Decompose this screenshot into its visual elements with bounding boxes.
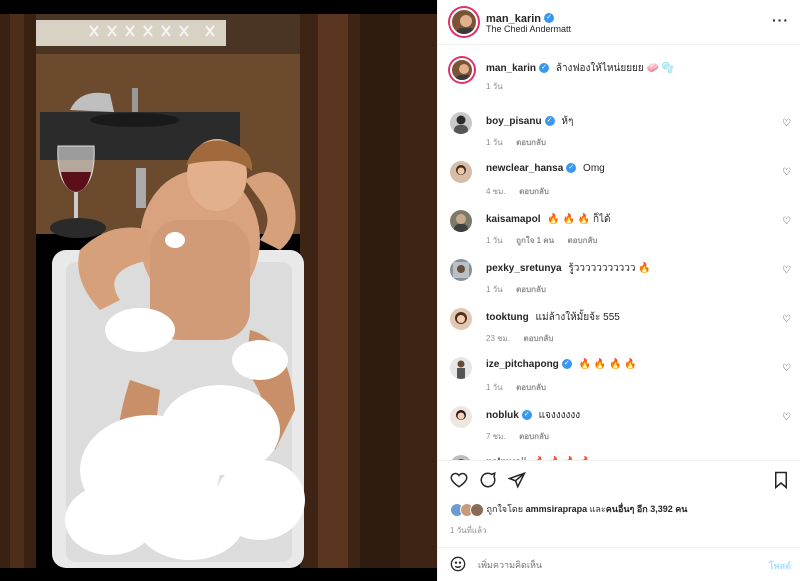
caption-avatar[interactable] bbox=[450, 58, 474, 82]
comment-like-heart-icon[interactable]: ♡ bbox=[782, 412, 791, 423]
comments-list[interactable]: man_karin ✓ ล้างฟองให้ไหน่ยยยย 🧼 🫧 1 วัน … bbox=[438, 46, 800, 460]
comment-time: 4 ชม. bbox=[486, 187, 506, 196]
reply-button[interactable]: ตอบกลับ bbox=[519, 432, 549, 441]
post-action-bar bbox=[438, 460, 800, 500]
commenter-avatar[interactable] bbox=[450, 357, 472, 379]
comment-time: 1 วัน bbox=[486, 236, 503, 245]
reply-button[interactable]: ตอบกลับ bbox=[568, 236, 598, 245]
emoji-icon[interactable] bbox=[450, 556, 466, 577]
post-comment-button[interactable]: โพสต์ bbox=[769, 559, 791, 573]
commenter-username[interactable]: nobluk bbox=[486, 410, 519, 421]
likes-prefix: ถูกใจโดย bbox=[486, 504, 524, 514]
comment-input[interactable] bbox=[478, 557, 738, 573]
likes-user[interactable]: ammsiraprapa bbox=[526, 504, 588, 514]
comment-item: palmyoii 🔥 🔥 🔥 🔥 ♡ bbox=[438, 445, 800, 460]
caption-item: man_karin ✓ ล้างฟองให้ไหน่ยยยย 🧼 🫧 1 วัน bbox=[438, 46, 800, 95]
caption-time: 1 วัน bbox=[486, 82, 503, 91]
comment-text: 🔥 🔥 🔥 ก็ได้ bbox=[547, 214, 611, 225]
commenter-username[interactable]: boy_pisanu bbox=[486, 116, 542, 127]
bookmark-icon[interactable] bbox=[773, 471, 789, 494]
comment-text: Omg bbox=[583, 163, 605, 174]
avatar bbox=[470, 502, 484, 517]
verified-badge-icon: ✓ bbox=[544, 116, 555, 127]
comment-like-heart-icon[interactable]: ♡ bbox=[782, 314, 791, 325]
post-location[interactable]: The Chedi Andermatt bbox=[486, 24, 571, 34]
verified-badge-icon: ✓ bbox=[566, 163, 577, 174]
commenter-avatar[interactable] bbox=[450, 259, 472, 281]
commenter-username[interactable]: newclear_hansa bbox=[486, 163, 563, 174]
likes-others[interactable]: คนอื่นๆ อีก 3,392 คน bbox=[606, 504, 688, 514]
more-horizontal-icon[interactable]: ··· bbox=[772, 12, 789, 28]
comment-like-heart-icon[interactable]: ♡ bbox=[782, 265, 791, 276]
commenter-avatar[interactable] bbox=[450, 112, 472, 134]
verified-badge-icon: ✓ bbox=[539, 63, 550, 74]
comment-like-heart-icon[interactable]: ♡ bbox=[782, 363, 791, 374]
liker-avatars[interactable] bbox=[450, 502, 484, 517]
reply-button[interactable]: ตอบกลับ bbox=[516, 285, 546, 294]
comment-time: 1 วัน bbox=[486, 383, 503, 392]
likes-middle: และ bbox=[589, 504, 606, 514]
comment-item: ize_pitchapong ✓ 🔥 🔥 🔥 🔥 1 วัน ตอบกลับ ♡ bbox=[438, 347, 800, 396]
verified-badge-icon: ✓ bbox=[544, 12, 555, 23]
comment-item: nobluk ✓ แจงงงงงง 7 ชม. ตอบกลับ ♡ bbox=[438, 396, 800, 445]
verified-badge-icon: ✓ bbox=[561, 359, 572, 370]
comment-like-heart-icon[interactable]: ♡ bbox=[782, 216, 791, 227]
commenter-avatar[interactable] bbox=[450, 406, 472, 428]
reply-button[interactable]: ตอบกลับ bbox=[524, 334, 554, 343]
commenter-avatar[interactable] bbox=[450, 161, 472, 183]
reply-button[interactable]: ตอบกลับ bbox=[516, 138, 546, 147]
comment-time: 1 วัน bbox=[486, 285, 503, 294]
reply-button[interactable]: ตอบกลับ bbox=[519, 187, 549, 196]
commenter-avatar[interactable] bbox=[450, 210, 472, 232]
comment-item: kaisamapol 🔥 🔥 🔥 ก็ได้ 1 วัน ถูกใจ 1 คน … bbox=[438, 200, 800, 249]
post-photo[interactable] bbox=[0, 0, 437, 581]
comment-text: แจงงงงงง bbox=[538, 410, 581, 421]
comment-like-heart-icon[interactable]: ♡ bbox=[782, 167, 791, 178]
comment-time: 1 วัน bbox=[486, 138, 503, 147]
comment-item: boy_pisanu ✓ ห้ๆ 1 วัน ตอบกลับ ♡ bbox=[438, 102, 800, 151]
comment-item: tooktung แม่ล้างให้มั้ยจ้ะ 555 23 ชม. ตอ… bbox=[438, 298, 800, 347]
post-header: man_karin ✓ The Chedi Andermatt ··· bbox=[438, 0, 800, 45]
comment-like-count[interactable]: ถูกใจ 1 คน bbox=[516, 236, 554, 245]
comment-text: ห้ๆ bbox=[561, 116, 574, 127]
post-time-ago[interactable]: 1 วันที่แล้ว bbox=[450, 524, 486, 537]
comment-item: newclear_hansa ✓ Omg 4 ชม. ตอบกลับ ♡ bbox=[438, 151, 800, 200]
comment-text: แม่ล้างให้มั้ยจ้ะ 555 bbox=[535, 312, 620, 323]
caption-text: ล้างฟองให้ไหน่ยยยย 🧼 🫧 bbox=[555, 63, 675, 74]
comment-like-heart-icon[interactable]: ♡ bbox=[782, 118, 791, 129]
commenter-username[interactable]: pexky_sretunya bbox=[486, 263, 562, 274]
heart-icon[interactable] bbox=[450, 471, 468, 494]
send-icon[interactable] bbox=[507, 471, 526, 494]
commenter-username[interactable]: kaisamapol bbox=[486, 214, 540, 225]
comment-time: 7 ชม. bbox=[486, 432, 506, 441]
commenter-username[interactable]: ize_pitchapong bbox=[486, 359, 559, 370]
commenter-avatar[interactable] bbox=[450, 308, 472, 330]
reply-button[interactable]: ตอบกลับ bbox=[516, 383, 546, 392]
comment-icon[interactable] bbox=[479, 471, 497, 494]
caption-username[interactable]: man_karin bbox=[486, 63, 536, 74]
likes-summary: ถูกใจโดย ammsiraprapa และคนอื่นๆ อีก 3,3… bbox=[450, 502, 687, 517]
post-detail-panel: man_karin ✓ The Chedi Andermatt ··· man_k… bbox=[437, 0, 800, 581]
commenter-username[interactable]: tooktung bbox=[486, 312, 529, 323]
comment-time: 23 ชม. bbox=[486, 334, 511, 343]
add-comment-bar: โพสต์ bbox=[438, 547, 800, 581]
verified-badge-icon: ✓ bbox=[521, 410, 532, 421]
author-avatar[interactable] bbox=[450, 8, 478, 36]
comment-text: รู้ววววววววววว 🔥 bbox=[568, 263, 651, 274]
post-image bbox=[0, 0, 437, 581]
comment-text: 🔥 🔥 🔥 🔥 bbox=[578, 359, 637, 370]
comment-item: pexky_sretunya รู้ววววววววววว 🔥 1 วัน ตอ… bbox=[438, 249, 800, 298]
